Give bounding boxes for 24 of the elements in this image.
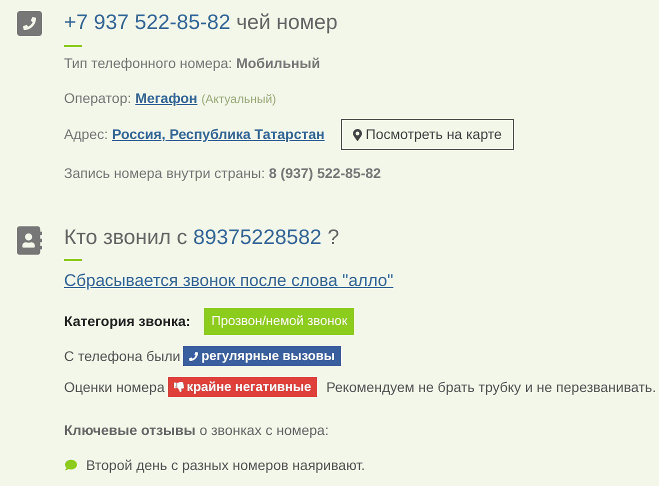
caller-title: Кто звонил с 89375228582 ?	[64, 225, 340, 251]
page-title: +7 937 522-85-82 чей номер	[64, 10, 338, 36]
speech-bubble-icon	[64, 459, 78, 471]
category-label: Категория звонка:	[64, 312, 190, 331]
review-text: Второй день с разных номеров наяривают.	[86, 456, 366, 475]
calls-badge: регулярные вызовы	[183, 346, 341, 366]
domestic-format: Запись номера внутри страны: 8 (937) 522-85-82	[64, 164, 382, 183]
address-label: Адрес:	[64, 125, 108, 144]
address-book-icon	[17, 226, 42, 255]
reviews-heading: Ключевые отзывы о звонках с номера:	[64, 420, 330, 440]
operator-note: (Актуальный)	[201, 91, 276, 108]
phone-type: Тип телефонного номера: Мобильный	[64, 54, 322, 73]
category-badge: Прозвон/немой звонок	[204, 308, 354, 334]
operator-label: Оператор:	[64, 89, 132, 108]
ratings-badge: крайне негативные	[168, 377, 318, 397]
headline-link[interactable]: Сбрасывается звонок после слова "алло"	[64, 268, 656, 294]
ratings-label: Оценки номера	[64, 378, 165, 397]
address-link[interactable]: Россия, Республика Татарстан	[112, 124, 325, 145]
phone-icon	[17, 11, 42, 36]
ratings-advice: Рекомендуем не брать трубку и не перезванивать.	[326, 378, 656, 397]
map-pin-icon	[352, 128, 362, 140]
map-button[interactable]: Посмотреть на карте	[340, 119, 514, 150]
calls-label: С телефона были	[64, 346, 180, 366]
operator-link[interactable]: Мегафон	[135, 88, 198, 109]
